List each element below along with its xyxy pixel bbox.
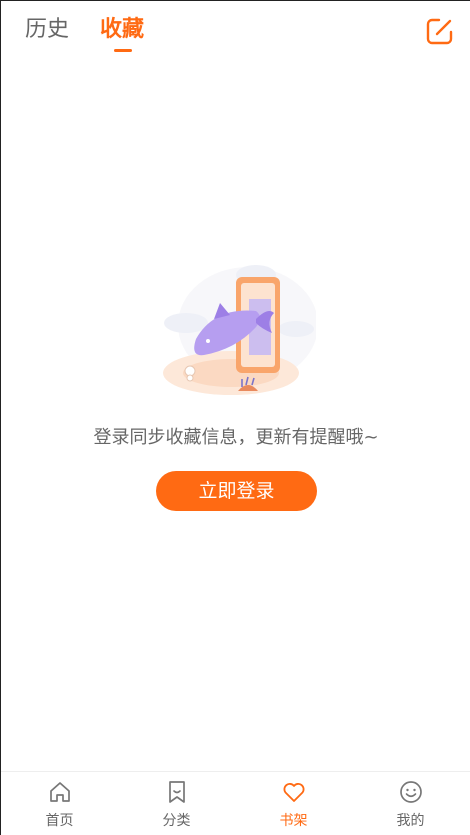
top-tab-bar: 历史 收藏: [1, 1, 470, 59]
nav-home[interactable]: 首页: [1, 772, 118, 835]
login-button[interactable]: 立即登录: [156, 471, 317, 511]
edit-icon: [426, 18, 453, 45]
nav-bookshelf[interactable]: 书架: [235, 772, 352, 835]
bookmark-icon: [169, 781, 185, 803]
tab-favorites[interactable]: 收藏: [100, 15, 144, 45]
nav-home-label: 首页: [45, 813, 74, 829]
home-icon: [50, 782, 70, 802]
smile-icon: [400, 781, 422, 803]
nav-bookshelf-label: 书架: [279, 813, 308, 829]
active-tab-indicator: [114, 49, 132, 52]
heart-icon: [283, 783, 305, 802]
nav-mine-label: 我的: [396, 813, 425, 829]
nav-mine[interactable]: 我的: [352, 772, 469, 835]
empty-message: 登录同步收藏信息，更新有提醒哦~: [93, 427, 379, 448]
tab-history[interactable]: 历史: [25, 15, 69, 45]
fish-phone-illustration: [156, 263, 318, 403]
nav-category[interactable]: 分类: [118, 772, 235, 835]
bottom-tab-bar: 首页 分类 书架 我的: [1, 771, 470, 835]
nav-category-label: 分类: [162, 813, 191, 829]
edit-button[interactable]: [425, 16, 455, 46]
